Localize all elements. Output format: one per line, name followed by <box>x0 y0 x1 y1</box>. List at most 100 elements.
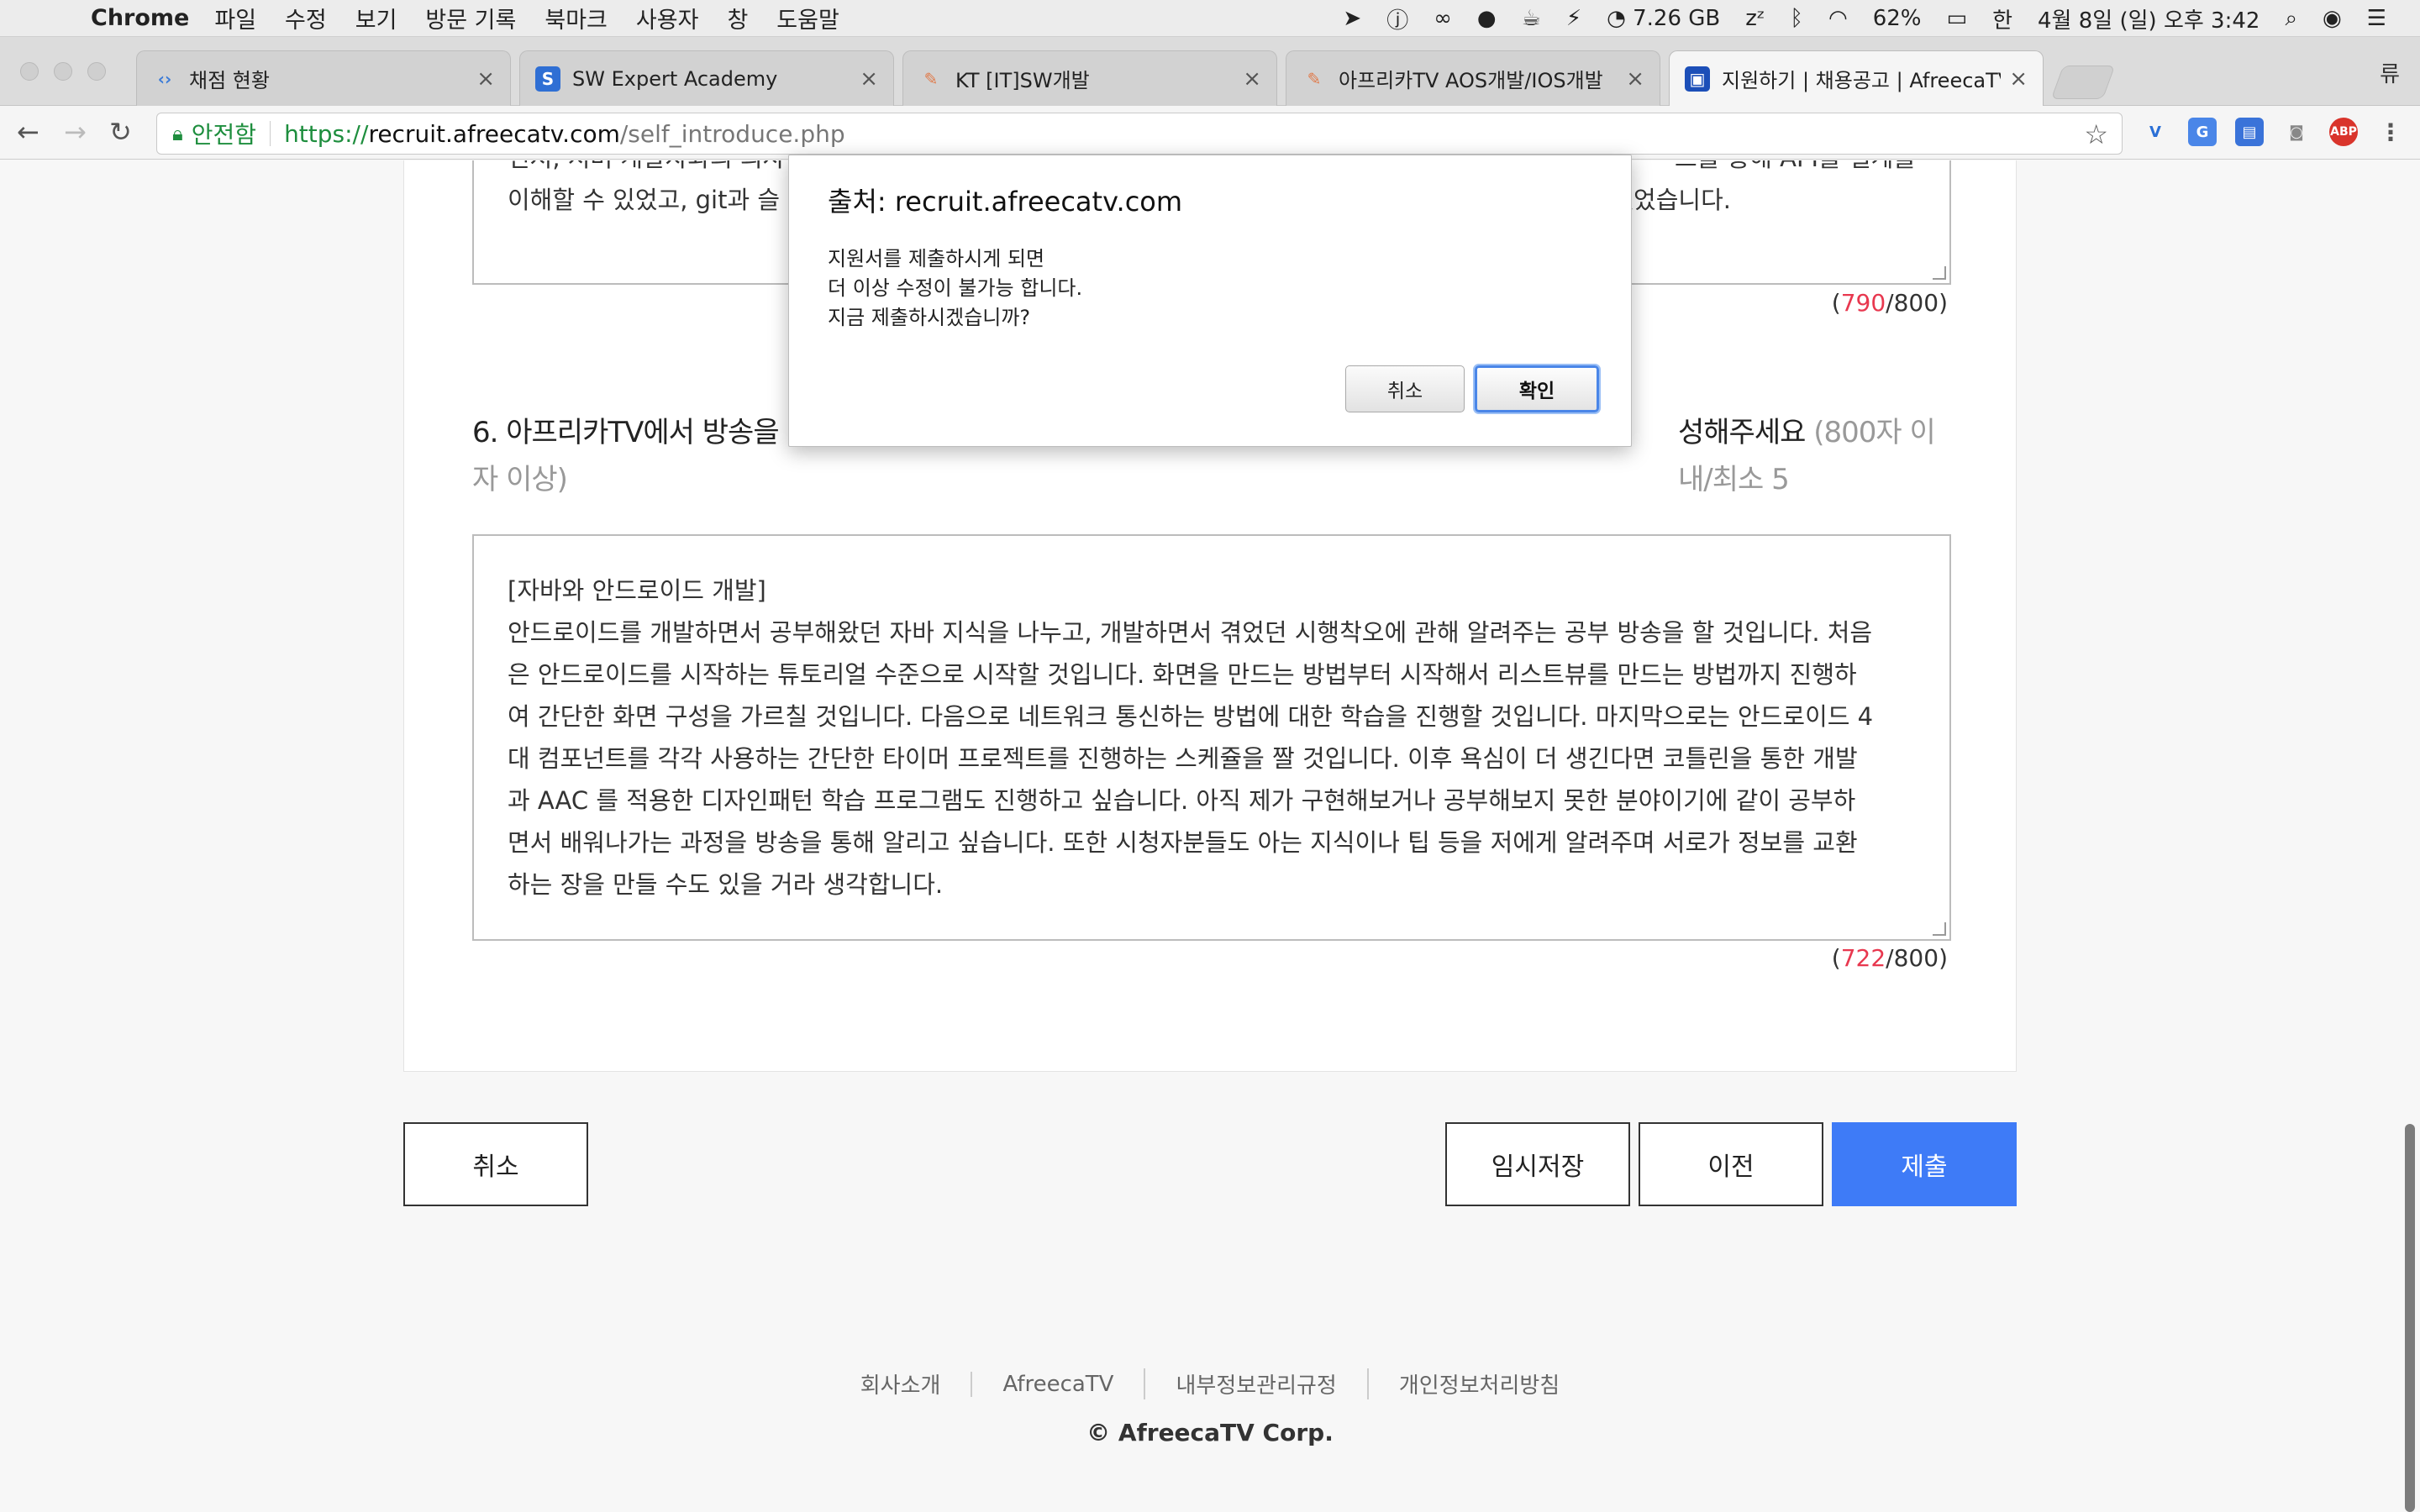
url-path: /self_introduce.php <box>619 119 845 148</box>
battery-icon[interactable]: ▭ <box>1947 6 1968 31</box>
tab-sw-expert-academy[interactable]: S SW Expert Academy × <box>519 50 894 106</box>
pencil-icon: ✎ <box>1307 68 1322 89</box>
vimeo-extension-icon[interactable]: V <box>2141 118 2170 146</box>
pencil-icon: ✎ <box>923 68 939 89</box>
status-area: ➤ ⓙ ∞ ● ☕ ⚡ ◔ 7.26 GB zᶻ ᛒ ◠ 62% ▭ 한 4월 … <box>1343 0 2386 37</box>
footer-link-afreecatv[interactable]: AfreecaTV <box>971 1371 1144 1397</box>
coffee-cup-icon[interactable]: ☕ <box>1522 6 1541 31</box>
clock[interactable]: 4월 8일 (일) 오후 3:42 <box>2038 3 2260 34</box>
menu-bookmarks[interactable]: 북마크 <box>544 2 608 34</box>
siri-icon[interactable]: ◉ <box>2323 6 2342 31</box>
tab-grading-status[interactable]: ‹› 채점 현황 × <box>136 50 511 106</box>
answer-line: 여 간단한 화면 구성을 가르칠 것입니다. 다음으로 네트워크 통신하는 방법… <box>508 702 1874 731</box>
menu-history[interactable]: 방문 기록 <box>425 2 516 34</box>
chat-notification-icon[interactable]: ● <box>1477 6 1497 31</box>
tab-afreecatv-aos-ios[interactable]: ✎ 아프리카TV AOS개발/IOS개발 × <box>1286 50 1660 106</box>
answer-6-char-counter: (722/800) <box>1831 944 1948 972</box>
url-host: recruit.afreecatv.com <box>368 119 620 148</box>
answer-line: 하는 장을 만들 수도 있을 거라 생각합니다. <box>508 870 944 899</box>
dialog-cancel-button[interactable]: 취소 <box>1345 365 1465 412</box>
footer-link-privacy[interactable]: 개인정보처리방침 <box>1366 1368 1590 1399</box>
footer-links: 회사소개 AfreecaTV 내부정보관리규정 개인정보처리방침 <box>0 1368 2420 1399</box>
wifi-icon[interactable]: ◠ <box>1828 6 1848 31</box>
browser-tab-strip: ‹› 채점 현황 × S SW Expert Academy × ✎ KT [I… <box>0 37 2420 106</box>
s-logo-icon: S <box>535 66 560 92</box>
lock-icon[interactable]: 🔒︎ <box>172 122 183 145</box>
menu-file[interactable]: 파일 <box>214 2 256 34</box>
spotlight-search-icon[interactable]: ⌕ <box>2285 6 2297 32</box>
bookmark-star-icon[interactable]: ☆ <box>2084 118 2108 150</box>
notification-center-icon[interactable]: ☰ <box>2367 6 2386 31</box>
menu-help[interactable]: 도움말 <box>776 2 839 34</box>
tab-title: 채점 현황 <box>189 69 270 92</box>
close-icon[interactable]: × <box>2009 66 2028 92</box>
temp-save-button[interactable]: 임시저장 <box>1445 1122 1630 1206</box>
new-tab-button[interactable] <box>2050 66 2116 99</box>
answer-line: 면서 배워나가는 과정을 방송을 통해 알리고 싶습니다. 또한 시청자분들도 … <box>508 828 1858 857</box>
dialog-ok-button[interactable]: 확인 <box>1475 365 1599 412</box>
tab-kt-sw[interactable]: ✎ KT [IT]SW개발 × <box>902 50 1277 106</box>
input-method[interactable]: 한 <box>1992 3 2012 34</box>
app-name-menu[interactable]: Chrome <box>91 5 189 31</box>
answer-6-textarea[interactable]: [자바와 안드로이드 개발] 안드로이드를 개발하면서 공부해왔던 자바 지식을… <box>472 534 1951 941</box>
menu-people[interactable]: 사용자 <box>636 2 699 34</box>
ji-app-icon[interactable]: ⓙ <box>1386 3 1408 34</box>
code-icon: ‹› <box>157 68 172 89</box>
resize-handle-icon[interactable] <box>1933 922 1946 936</box>
close-icon[interactable]: × <box>860 66 878 92</box>
tab-title: 지원하기 | 채용공고 | AfreecaTV <box>1722 69 2002 92</box>
profile-button[interactable]: 류 <box>2380 57 2400 88</box>
footer-link-company[interactable]: 회사소개 <box>830 1368 971 1399</box>
scrollbar-thumb[interactable] <box>2405 1124 2415 1512</box>
close-icon[interactable]: × <box>476 66 495 92</box>
copyright: © AfreecaTV Corp. <box>1086 1419 1334 1446</box>
close-window-icon[interactable] <box>20 62 39 81</box>
menu-window[interactable]: 창 <box>727 2 748 34</box>
answer-line: 대 컴포넌트를 각각 사용하는 간단한 타이머 프로젝트를 진행하는 스케쥴을 … <box>508 744 1858 773</box>
tab-title: KT [IT]SW개발 <box>955 69 1090 92</box>
close-icon[interactable]: × <box>1626 66 1644 92</box>
secure-label[interactable]: 안전함 <box>192 117 256 150</box>
menu-edit[interactable]: 수정 <box>285 2 327 34</box>
browser-toolbar: ← → ↻ 🔒︎ 안전함 https:// recruit.afreecatv.… <box>0 106 2420 160</box>
maximize-window-icon[interactable] <box>87 62 106 81</box>
lightning-icon[interactable]: ⚡ <box>1566 6 1581 31</box>
memory-indicator[interactable]: ◔ 7.26 GB <box>1607 6 1720 31</box>
location-arrow-icon[interactable]: ➤ <box>1343 6 1361 31</box>
dialog-origin: 출처: recruit.afreecatv.com <box>828 186 1183 218</box>
chrome-menu-icon[interactable]: ⋮ <box>2376 118 2405 146</box>
forward-arrow-icon[interactable]: → <box>64 116 87 148</box>
minimize-window-icon[interactable] <box>54 62 72 81</box>
submit-button[interactable]: 제출 <box>1832 1122 2017 1206</box>
sleep-zz-icon[interactable]: zᶻ <box>1745 6 1765 31</box>
page-scrollbar[interactable] <box>2400 160 2420 1512</box>
afreecatv-icon: ▣ <box>1685 66 1710 92</box>
reload-icon[interactable]: ↻ <box>109 116 132 148</box>
close-icon[interactable]: × <box>1243 66 1261 92</box>
dialog-message: 지원서를 제출하시게 되면 더 이상 수정이 불가능 합니다. 지금 제출하시겠… <box>828 247 1083 329</box>
translate-extension-icon[interactable]: G <box>2188 118 2217 146</box>
confirm-dialog: 출처: recruit.afreecatv.com 지원서를 제출하시게 되면 … <box>788 155 1632 447</box>
answer-line: 안드로이드를 개발하면서 공부해왔던 자바 지식을 나누고, 개발하면서 겪었던… <box>508 618 1873 647</box>
address-bar[interactable]: 🔒︎ 안전함 https:// recruit.afreecatv.com /s… <box>156 113 2123 155</box>
answer-line: 과 AAC 를 적용한 디자인패턴 학습 프로그램도 진행하고 싶습니다. 아직… <box>508 786 1856 815</box>
glasses-icon[interactable]: ∞ <box>1434 6 1452 31</box>
url-protocol: https:// <box>284 119 369 148</box>
answer-line: 은 안드로이드를 시작하는 튜토리얼 수준으로 시작할 것입니다. 화면을 만드… <box>508 660 1857 689</box>
previous-button[interactable]: 이전 <box>1639 1122 1823 1206</box>
adblock-plus-icon[interactable]: ABP <box>2329 118 2358 146</box>
menu-view[interactable]: 보기 <box>355 2 397 34</box>
window-extension-icon[interactable]: ▤ <box>2235 118 2264 146</box>
divider <box>270 121 271 146</box>
tab-title: SW Expert Academy <box>572 66 778 91</box>
cancel-button[interactable]: 취소 <box>403 1122 588 1206</box>
tab-afreecatv-apply[interactable]: ▣ 지원하기 | 채용공고 | AfreecaTV × <box>1669 50 2044 106</box>
bluetooth-icon[interactable]: ᛒ <box>1790 6 1803 31</box>
resize-handle-icon[interactable] <box>1933 266 1946 280</box>
back-arrow-icon[interactable]: ← <box>17 116 39 148</box>
answer-line: [자바와 안드로이드 개발] <box>508 576 766 605</box>
battery-percent[interactable]: 62% <box>1873 6 1922 31</box>
tab-title: 아프리카TV AOS개발/IOS개발 <box>1339 69 1603 92</box>
camera-extension-icon[interactable]: ◙ <box>2282 118 2311 146</box>
footer-link-internal-info[interactable]: 내부정보관리규정 <box>1144 1368 1366 1399</box>
